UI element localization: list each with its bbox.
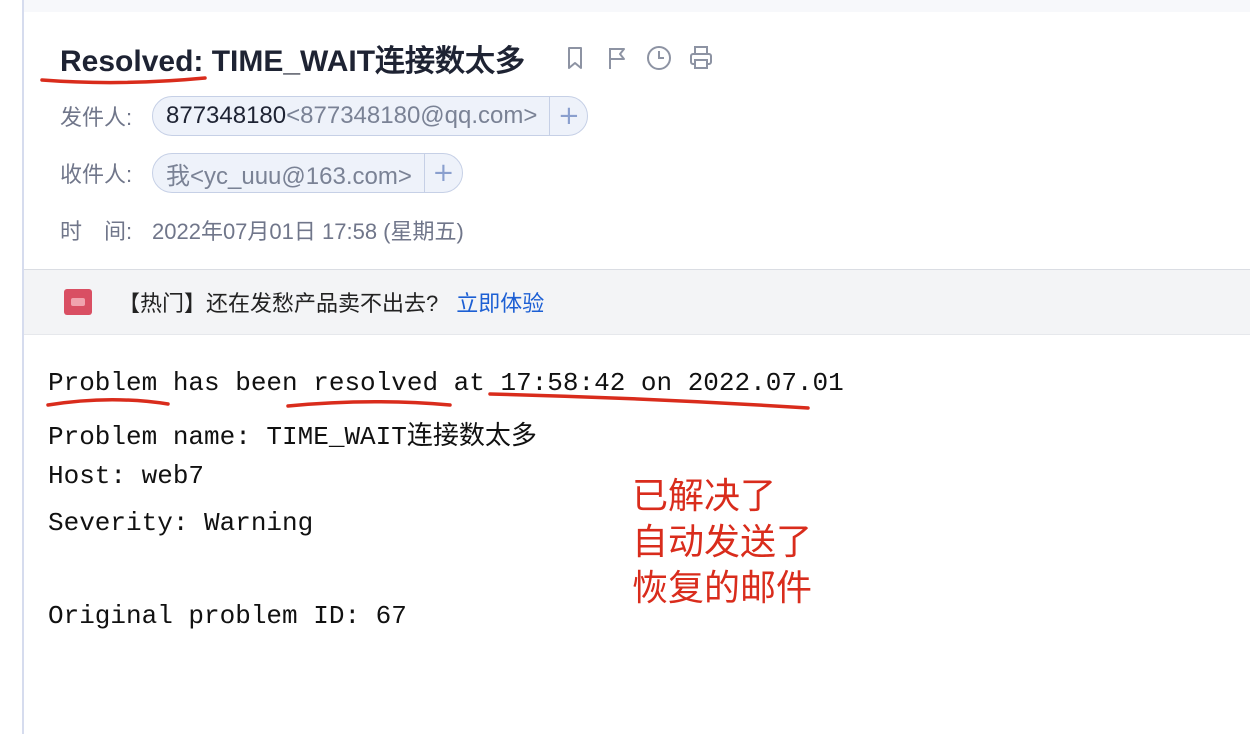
annotation-line: 恢复的邮件 bbox=[632, 568, 813, 609]
mail-subject: Resolved: TIME_WAIT连接数太多 bbox=[60, 45, 526, 78]
clock-icon[interactable] bbox=[645, 44, 673, 72]
recipient-address: <yc_uuu@163.com> bbox=[190, 162, 412, 190]
time-label: 时 间: bbox=[60, 219, 133, 244]
add-sender-button[interactable]: + bbox=[549, 97, 587, 135]
top-strip bbox=[24, 0, 1250, 12]
subject-row: Resolved: TIME_WAIT连接数太多 bbox=[60, 36, 715, 80]
to-label: 收件人: bbox=[60, 162, 133, 187]
from-row: 发件人: 877348180<877348180@qq.com> + bbox=[60, 96, 589, 136]
recipient-name: 我 bbox=[166, 162, 190, 190]
from-label: 发件人: bbox=[60, 105, 133, 130]
body-line-problem-id: Original problem ID: 67 bbox=[48, 601, 407, 631]
recipient-chip[interactable]: 我<yc_uuu@163.com> + bbox=[152, 153, 463, 193]
left-border bbox=[22, 0, 24, 734]
body-line-severity: Severity: Warning bbox=[48, 508, 314, 538]
annotation-line: 自动发送了 bbox=[632, 522, 813, 563]
time-value: 2022年07月01日 17:58 (星期五) bbox=[152, 219, 464, 244]
flag-icon[interactable] bbox=[603, 44, 631, 72]
sender-address: <877348180@qq.com> bbox=[286, 102, 538, 129]
body-line-host: Host: web7 bbox=[48, 461, 205, 491]
time-row: 时 间: 2022年07月01日 17:58 (星期五) bbox=[60, 212, 464, 248]
resolved-underline bbox=[286, 399, 452, 408]
sender-name: 877348180 bbox=[166, 102, 287, 129]
recipient-text[interactable]: 我<yc_uuu@163.com> bbox=[153, 156, 424, 191]
ad-banner: 【热门】还在发愁产品卖不出去? 立即体验 bbox=[24, 269, 1250, 335]
add-recipient-button[interactable]: + bbox=[423, 154, 462, 192]
problem-underline bbox=[46, 397, 170, 407]
body-line-resolved: Problem has been resolved at 17:58:42 on… bbox=[48, 368, 844, 398]
subject-toolbar bbox=[561, 44, 715, 72]
body-line-problem-name: Problem name: TIME_WAIT连接数太多 bbox=[48, 422, 537, 452]
sender-text[interactable]: 877348180<877348180@qq.com> bbox=[153, 102, 549, 130]
print-icon[interactable] bbox=[687, 44, 715, 72]
annotation-line: 已解决了 bbox=[632, 476, 777, 517]
ad-logo-icon bbox=[64, 289, 92, 315]
bookmark-icon[interactable] bbox=[561, 44, 589, 72]
ad-text: 【热门】还在发愁产品卖不出去? bbox=[118, 291, 439, 316]
to-row: 收件人: 我<yc_uuu@163.com> + bbox=[60, 153, 463, 193]
handwritten-annotation: 已解决了 自动发送了 恢复的邮件 bbox=[632, 474, 812, 612]
sender-chip[interactable]: 877348180<877348180@qq.com> + bbox=[152, 96, 589, 136]
ad-try-now-link[interactable]: 立即体验 bbox=[456, 286, 544, 318]
